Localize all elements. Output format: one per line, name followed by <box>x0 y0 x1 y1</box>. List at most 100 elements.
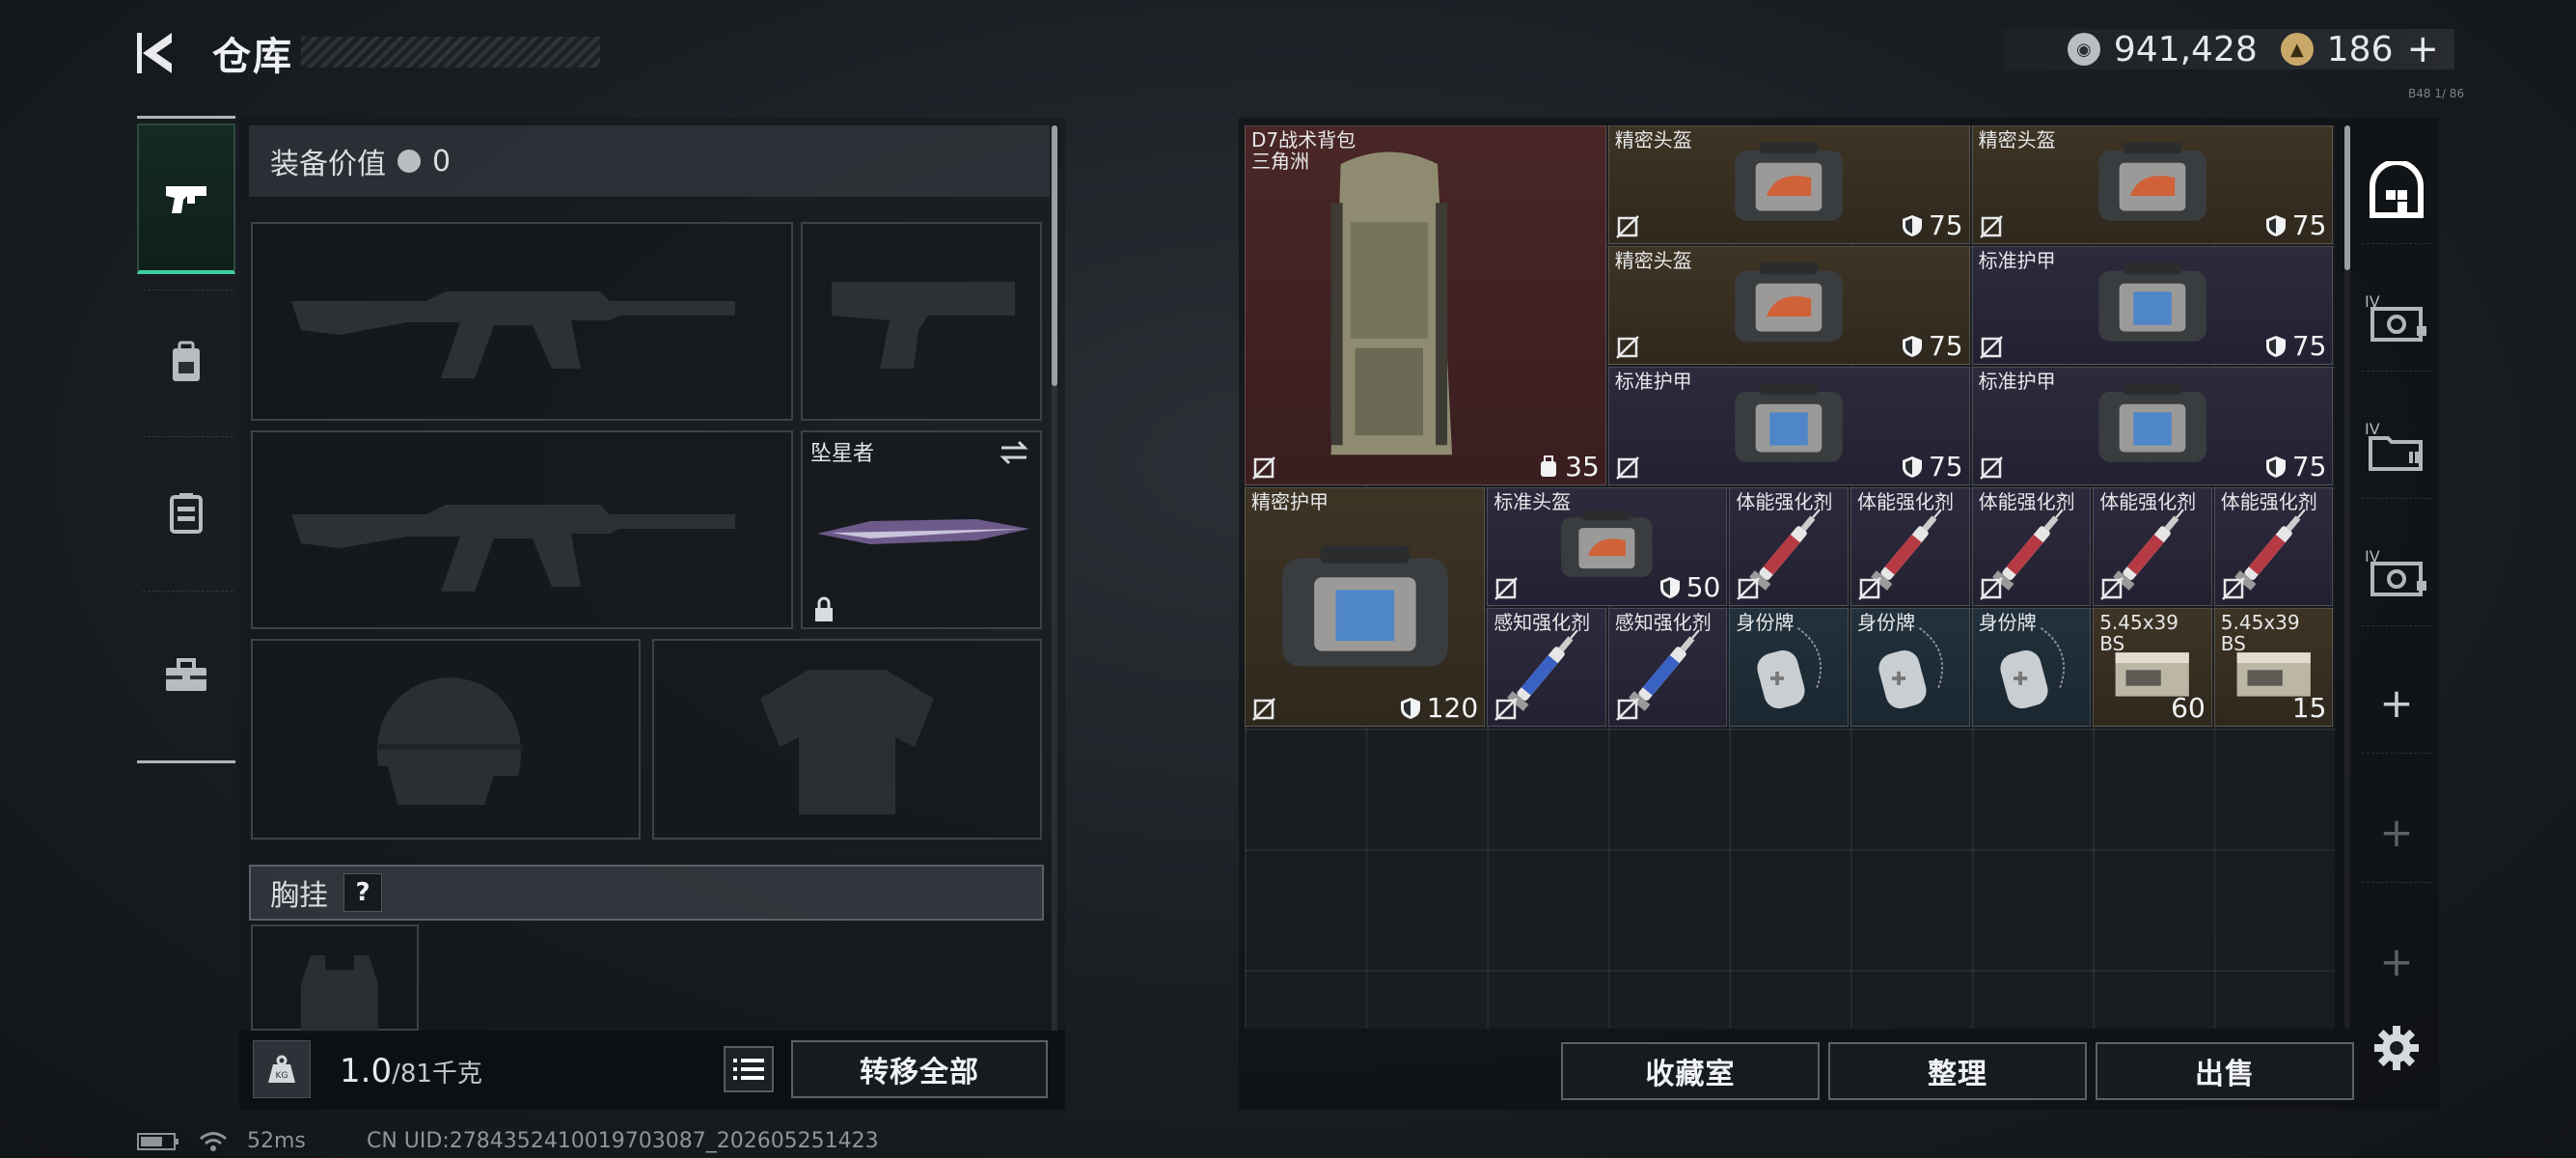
item-name: 5.45x39 <box>2099 611 2179 634</box>
tab-separator <box>143 591 233 592</box>
transfer-all-button[interactable]: 转移全部 <box>791 1040 1048 1098</box>
swap-icon[interactable] <box>998 438 1030 467</box>
dogtag-art-icon: ✚ <box>2000 626 2065 708</box>
stash-item[interactable]: 精密头盔 75 <box>1607 246 1970 365</box>
melee-slot[interactable]: 坠星者 <box>801 430 1042 629</box>
stash-item[interactable]: 5.45x39 BS 60 <box>2093 608 2212 727</box>
primary-weapon-slot[interactable] <box>251 222 793 421</box>
item-durability: 75 <box>2265 451 2326 482</box>
tab-weapons[interactable] <box>137 124 235 274</box>
item-name: 精密头盔 <box>1978 128 2056 152</box>
item-durability-value: 35 <box>1565 451 1600 482</box>
gold-coin-value: 186 <box>2326 29 2394 69</box>
item-durability: 75 <box>2265 209 2326 241</box>
item-durability: 50 <box>1659 571 1720 603</box>
sidebar-separator <box>2362 498 2431 499</box>
item-art <box>1710 259 1868 349</box>
item-durability: 120 <box>1400 692 1478 724</box>
svg-text:IV: IV <box>2365 420 2380 438</box>
item-art <box>1270 531 1461 687</box>
add-currency-button[interactable]: + <box>2406 27 2439 71</box>
durability-shield-icon <box>2265 455 2286 478</box>
no-trade-icon <box>1615 698 1639 721</box>
backpack-icon <box>173 341 200 381</box>
backpack-art-icon <box>1330 152 1453 455</box>
stash-item[interactable]: 标准护甲 75 <box>1971 246 2334 365</box>
stash-item[interactable]: D7战术背包 三角洲 35 <box>1245 125 1606 485</box>
stash-item[interactable]: 体能强化剂 <box>1850 487 1970 606</box>
pistol-silhouette-icon <box>832 282 1015 369</box>
locked-stash-slot: + <box>2360 924 2433 998</box>
item-name: 体能强化剂 <box>1857 490 1954 513</box>
item-art: ✚ <box>1857 623 1962 717</box>
item-art <box>1281 145 1497 474</box>
stash-tab[interactable] <box>2360 154 2433 228</box>
carry-weight: 1.0/81千克 <box>340 1052 482 1090</box>
pistol-slot[interactable] <box>801 222 1042 421</box>
durability-shield-icon <box>1659 576 1680 598</box>
back-button[interactable] <box>133 29 181 77</box>
tab-vests[interactable] <box>137 436 235 591</box>
sidebar-separator <box>2362 243 2431 244</box>
stash-item[interactable]: 感知强化剂 <box>1487 608 1606 727</box>
svg-text:KG: KG <box>276 1071 288 1081</box>
stash-item[interactable]: 身份牌 ✚ <box>1850 608 1970 727</box>
stash-expansion-tab-3[interactable]: IV <box>2360 537 2433 610</box>
no-trade-icon <box>1979 456 2003 480</box>
sell-button[interactable]: 出售 <box>2096 1042 2354 1100</box>
carry-weight-current: 1.0 <box>340 1052 393 1090</box>
list-view-button[interactable] <box>724 1046 774 1092</box>
helmet-case-art-icon <box>1735 262 1843 342</box>
no-trade-icon <box>2221 577 2245 600</box>
helmet-slot[interactable] <box>251 639 641 840</box>
add-stash-tab-button[interactable]: + <box>2360 666 2433 739</box>
settings-button[interactable] <box>2360 1011 2433 1085</box>
panel-scrollbar-thumb[interactable] <box>1052 125 1057 386</box>
corner-tag: B48 1/ 86 <box>2408 87 2465 100</box>
stash-scrollbar-thumb[interactable] <box>2344 125 2350 270</box>
stash-item[interactable]: 体能强化剂 <box>1729 487 1849 606</box>
weight-icon: KG <box>253 1040 311 1098</box>
stash-expansion-tab-1[interactable]: IV <box>2360 282 2433 355</box>
tab-tools[interactable] <box>137 598 235 753</box>
item-name: 精密护甲 <box>1251 490 1329 513</box>
stash-item[interactable]: 5.45x39 BS 15 <box>2213 608 2334 727</box>
stash-item[interactable]: 精密头盔 75 <box>1971 125 2334 244</box>
item-subname: BS <box>2220 632 2246 655</box>
equipment-value-bar: 装备价值 0 <box>249 125 1050 197</box>
durability-shield-icon <box>1400 697 1420 719</box>
item-durability-value: 75 <box>1928 330 1963 362</box>
stash-item[interactable]: 标准护甲 75 <box>1971 367 2334 485</box>
stash-item[interactable]: 身份牌 ✚ <box>1971 608 2092 727</box>
stash-item[interactable]: 体能强化剂 <box>2213 487 2334 606</box>
item-art <box>2073 138 2232 229</box>
stash-folder-iv-icon: IV <box>2365 420 2423 471</box>
stash-item[interactable]: 体能强化剂 <box>2093 487 2212 606</box>
item-durability: 75 <box>1902 330 1963 362</box>
item-durability-value: 75 <box>1928 451 1963 482</box>
durability-shield-icon <box>2265 214 2286 236</box>
stash-item[interactable]: 身份牌 ✚ <box>1729 608 1849 727</box>
stash-item[interactable]: 精密头盔 75 <box>1607 125 1970 244</box>
stash-item[interactable]: 体能强化剂 <box>1971 487 2092 606</box>
stash-item[interactable]: 感知强化剂 <box>1607 608 1728 727</box>
item-name: 精密头盔 <box>1614 128 1692 152</box>
no-trade-icon <box>1494 698 1519 721</box>
sort-button[interactable]: 整理 <box>1828 1042 2087 1100</box>
stash-item[interactable]: 精密护甲 120 <box>1245 487 1486 727</box>
chest-rig-slot[interactable] <box>251 924 419 1033</box>
item-durability: 35 <box>1538 451 1600 482</box>
stash-item[interactable]: 标准护甲 75 <box>1607 367 1970 485</box>
stash-item[interactable]: 标准头盔 50 <box>1487 487 1728 606</box>
help-button[interactable]: ? <box>343 873 382 912</box>
collection-room-button[interactable]: 收藏室 <box>1561 1042 1820 1100</box>
item-count: 60 <box>2171 692 2206 724</box>
tab-backpacks[interactable] <box>137 286 235 440</box>
stash-expansion-tab-2[interactable]: IV <box>2360 409 2433 482</box>
secondary-weapon-slot[interactable] <box>251 430 793 629</box>
item-name: 体能强化剂 <box>2099 490 2197 513</box>
silver-coin-icon <box>397 150 421 173</box>
stash-expansion-iv-icon-2: IV <box>2365 547 2426 596</box>
body-armor-slot[interactable] <box>652 639 1042 840</box>
no-trade-icon <box>1979 215 2003 238</box>
